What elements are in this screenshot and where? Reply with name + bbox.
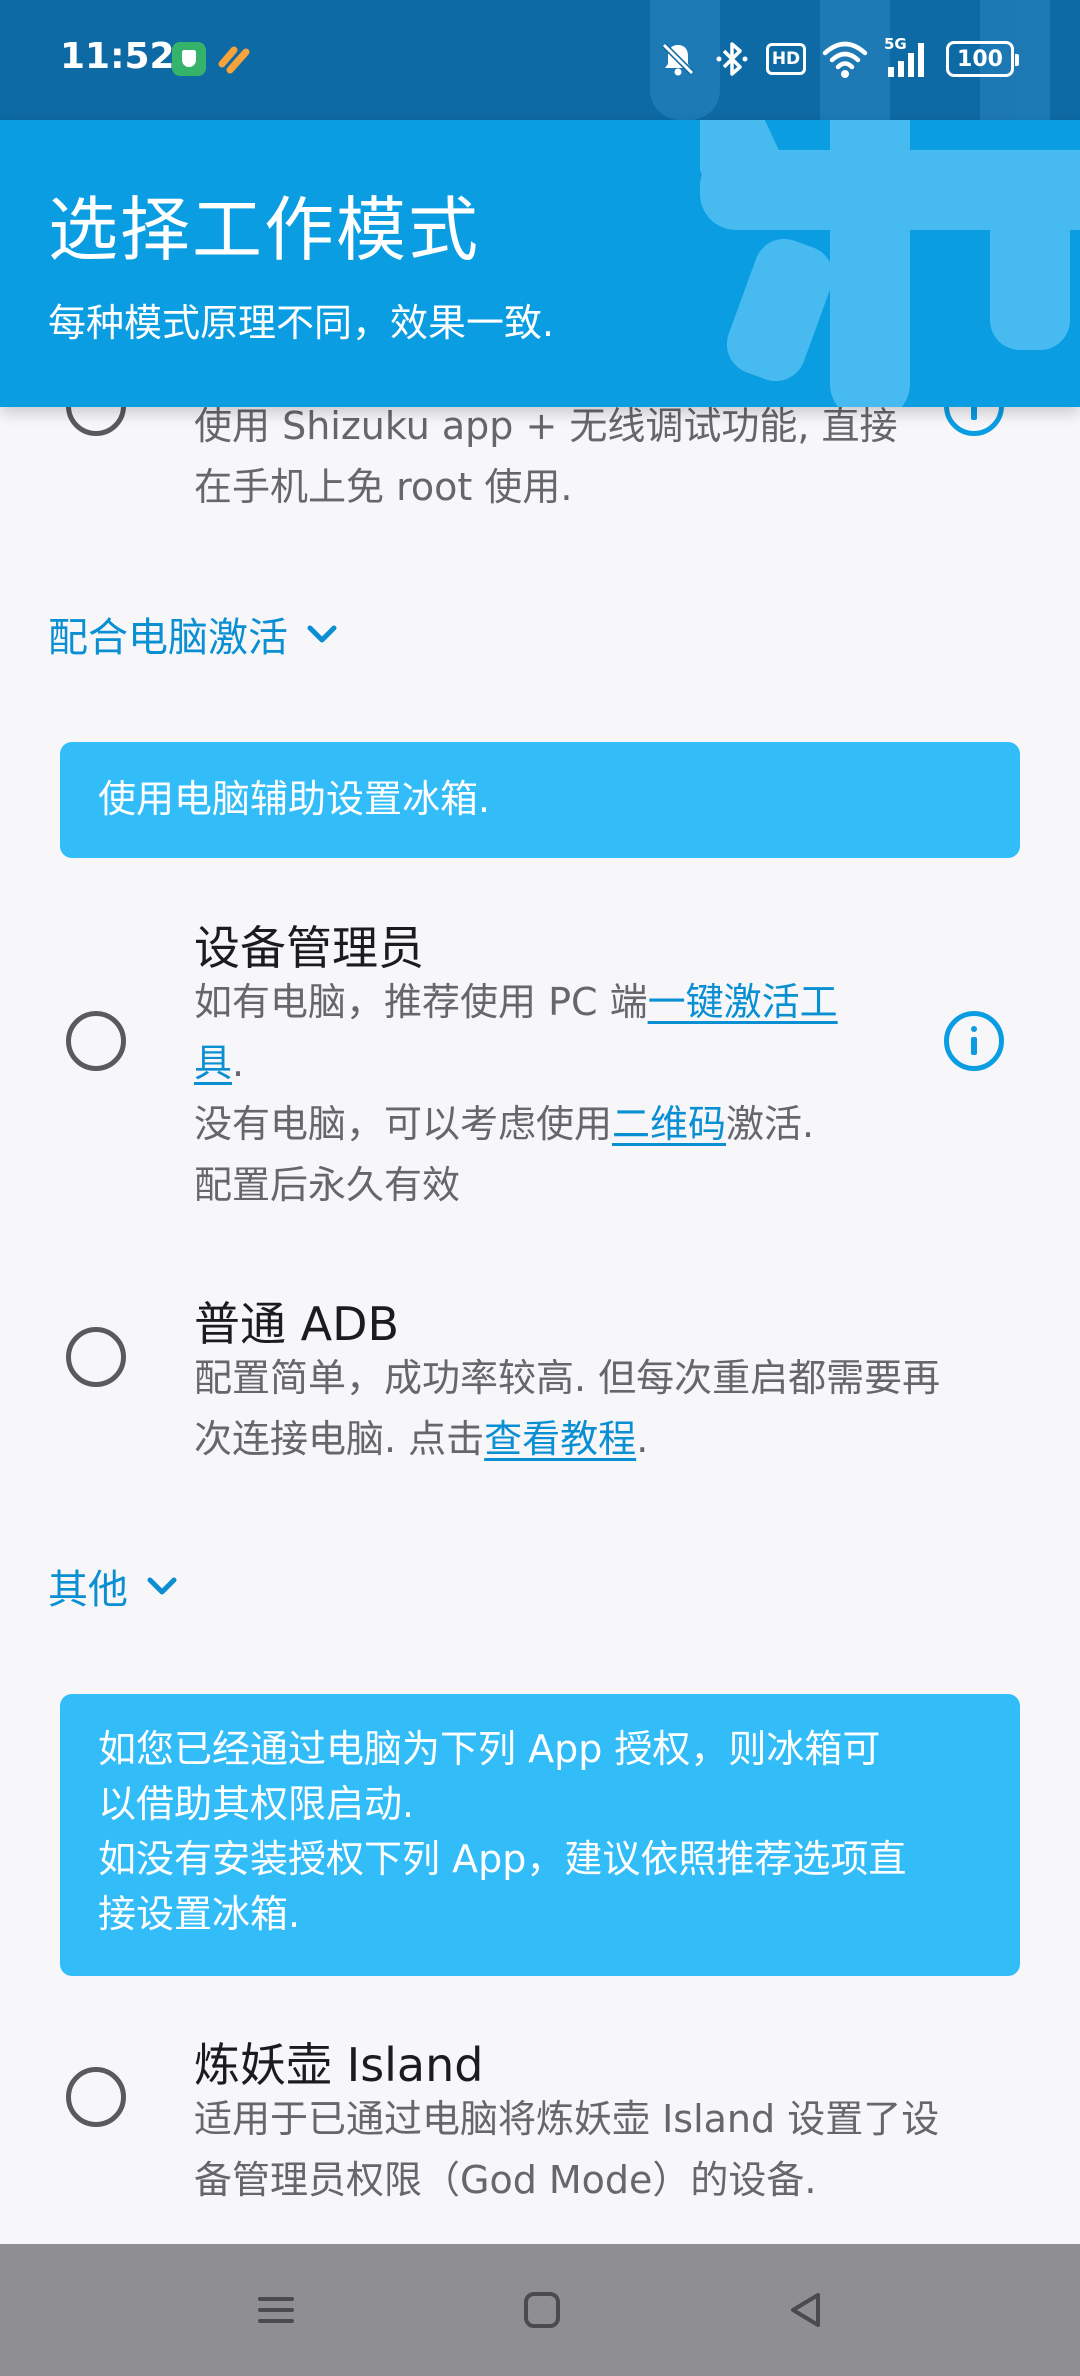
radio-adb[interactable] [66,1327,126,1387]
section-label: 其他 [48,1567,128,1613]
link-qr-code[interactable]: 二维码 [612,1102,726,1146]
description-text: . [232,1041,245,1085]
menu-icon [258,2297,294,2323]
status-icons: HD 5G 100 [658,35,1019,82]
option-description: 如有电脑，推荐使用 PC 端一键激活工 具. 没有电脑，可以考虑使用二维码激活.… [194,972,1014,1216]
radio-island[interactable] [66,2067,126,2127]
info-box-text: 以借助其权限启动. [98,1782,415,1826]
link-one-click-activation-tool-cont[interactable]: 具 [194,1041,232,1085]
description-text: . [636,1417,649,1461]
home-icon [524,2292,560,2328]
link-one-click-activation-tool[interactable]: 一键激活工 [648,980,838,1024]
section-label: 配合电脑激活 [48,615,288,661]
radio-device-admin[interactable] [66,1011,126,1071]
info-box-text: 如没有安装授权下列 App，建议依照推荐选项直 [98,1837,907,1881]
page-title: 选择工作模式 [48,189,480,271]
info-box-text: 使用电脑辅助设置冰箱. [98,777,491,821]
description-text: 配置简单，成功率较高. 但每次重启都需要再 [194,1356,941,1400]
option-title: 炼妖壶 Island [194,2038,484,2092]
back-button[interactable] [776,2280,836,2340]
info-box-text: 接设置冰箱. [98,1892,301,1936]
info-box-text: 如您已经通过电脑为下列 App 授权，则冰箱可 [98,1727,881,1771]
bell-muted-icon [661,42,695,76]
hd-badge: HD [766,43,806,75]
description-line: 适用于已通过电脑将炼妖壶 Island 设置了设 [194,2097,940,2141]
cellular-signal-icon: 5G [884,35,930,79]
info-box-pc: 使用电脑辅助设置冰箱. [60,742,1020,858]
description-text: 没有电脑，可以考虑使用 [194,1102,613,1146]
home-button[interactable] [512,2280,572,2340]
menu-button[interactable] [246,2280,306,2340]
description-text: 次连接电脑. 点击 [194,1417,485,1461]
page-subtitle: 每种模式原理不同，效果一致. [48,301,555,345]
info-box-other: 如您已经通过电脑为下列 App 授权，则冰箱可 以借助其权限启动. 如没有安装授… [60,1694,1020,1976]
shield-app-icon [172,42,206,76]
snowflake-decoration-icon [700,120,1080,407]
back-icon [791,2293,820,2327]
navigation-bar [0,2244,1080,2376]
option-title: 普通 ADB [194,1297,400,1351]
page-header: 选择工作模式 每种模式原理不同，效果一致. [0,120,1080,407]
section-header-pc[interactable]: 配合电脑激活 [48,604,342,664]
section-header-other[interactable]: 其他 [48,1556,182,1616]
option-title: 设备管理员 [194,921,424,975]
description-line: 备管理员权限（God Mode）的设备. [194,2158,817,2202]
status-time: 11:52 [60,36,175,77]
bluetooth-icon [716,42,748,76]
battery-indicator: 100 [946,41,1019,77]
description-text: 激活. [726,1102,815,1146]
link-view-tutorial[interactable]: 查看教程 [484,1417,636,1461]
description-text: 如有电脑，推荐使用 PC 端 [194,980,648,1024]
option-description: 配置简单，成功率较高. 但每次重启都需要再 次连接电脑. 点击查看教程. [194,1348,1014,1470]
option-description: 适用于已通过电脑将炼妖壶 Island 设置了设 备管理员权限（God Mode… [194,2089,1014,2211]
description-text: 配置后永久有效 [194,1163,461,1207]
status-bar: 11:52 HD 5G 100 [0,0,1080,120]
wifi-icon [822,41,868,78]
description-line: 在手机上免 root 使用. [194,465,573,509]
info-button-device-admin[interactable] [944,1011,1004,1071]
stripes-app-icon [218,46,250,74]
chevron-down-icon [307,625,337,643]
option-description: 使用 Shizuku app + 无线调试功能, 直接 在手机上免 root 使… [194,396,1014,518]
chevron-down-icon [147,1577,177,1595]
